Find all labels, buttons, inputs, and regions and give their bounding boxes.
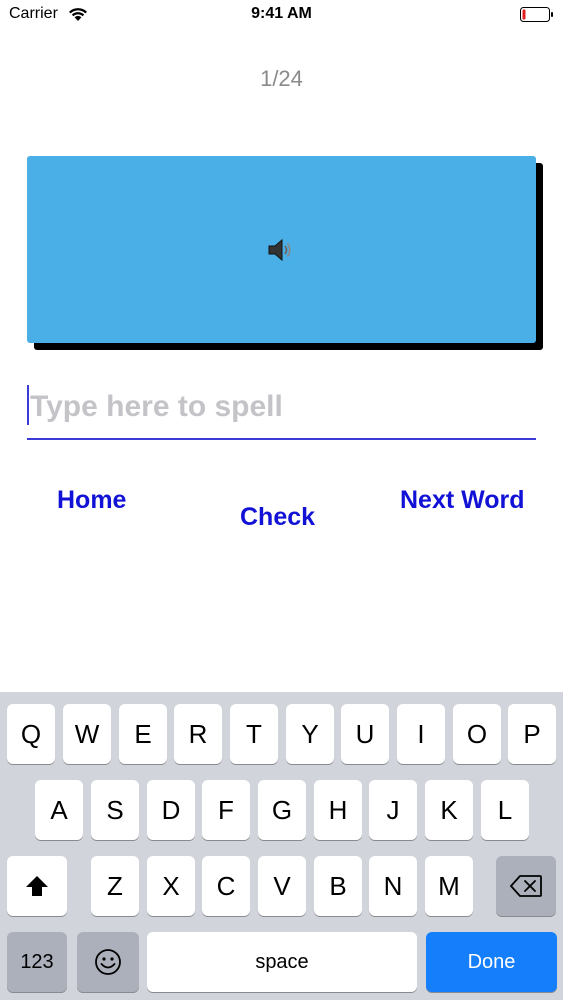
key-f[interactable]: F	[202, 780, 250, 840]
space-key[interactable]: space	[147, 932, 417, 992]
key-p[interactable]: P	[508, 704, 556, 764]
key-d[interactable]: D	[147, 780, 195, 840]
key-h[interactable]: H	[314, 780, 362, 840]
emoji-key[interactable]	[77, 932, 139, 992]
emoji-icon	[95, 949, 121, 975]
key-s[interactable]: S	[91, 780, 139, 840]
shift-key[interactable]	[7, 856, 67, 916]
keyboard: Q W E R T Y U I O P A S D F G H J K L Z …	[0, 692, 563, 1000]
key-k[interactable]: K	[425, 780, 473, 840]
spell-input[interactable]	[27, 380, 536, 434]
next-word-button[interactable]: Next Word	[400, 486, 525, 515]
key-v[interactable]: V	[258, 856, 306, 916]
key-i[interactable]: I	[397, 704, 445, 764]
key-o[interactable]: O	[453, 704, 501, 764]
battery-icon	[520, 7, 553, 22]
status-bar: Carrier 9:41 AM	[0, 0, 563, 30]
text-caret	[27, 385, 29, 425]
key-b[interactable]: B	[314, 856, 362, 916]
key-e[interactable]: E	[119, 704, 167, 764]
key-c[interactable]: C	[202, 856, 250, 916]
done-key[interactable]: Done	[426, 932, 557, 992]
key-j[interactable]: J	[369, 780, 417, 840]
check-button[interactable]: Check	[240, 503, 315, 532]
key-x[interactable]: X	[147, 856, 195, 916]
play-sound-card[interactable]	[27, 156, 536, 343]
key-t[interactable]: T	[230, 704, 278, 764]
spelling-screen: Carrier 9:41 AM 1/24 Home Check Next Wor…	[0, 0, 563, 1000]
backspace-key[interactable]	[496, 856, 556, 916]
key-r[interactable]: R	[174, 704, 222, 764]
key-l[interactable]: L	[481, 780, 529, 840]
key-m[interactable]: M	[425, 856, 473, 916]
key-n[interactable]: N	[369, 856, 417, 916]
key-z[interactable]: Z	[91, 856, 139, 916]
shift-icon	[26, 876, 48, 896]
backspace-icon	[510, 875, 542, 897]
word-counter: 1/24	[260, 66, 303, 91]
spell-input-container	[27, 380, 536, 440]
key-y[interactable]: Y	[286, 704, 334, 764]
numbers-key[interactable]: 123	[7, 932, 67, 992]
key-q[interactable]: Q	[7, 704, 55, 764]
home-button[interactable]: Home	[57, 486, 126, 515]
key-a[interactable]: A	[35, 780, 83, 840]
key-w[interactable]: W	[63, 704, 111, 764]
speaker-icon	[268, 238, 291, 262]
key-u[interactable]: U	[341, 704, 389, 764]
key-g[interactable]: G	[258, 780, 306, 840]
status-time: 9:41 AM	[251, 5, 312, 22]
